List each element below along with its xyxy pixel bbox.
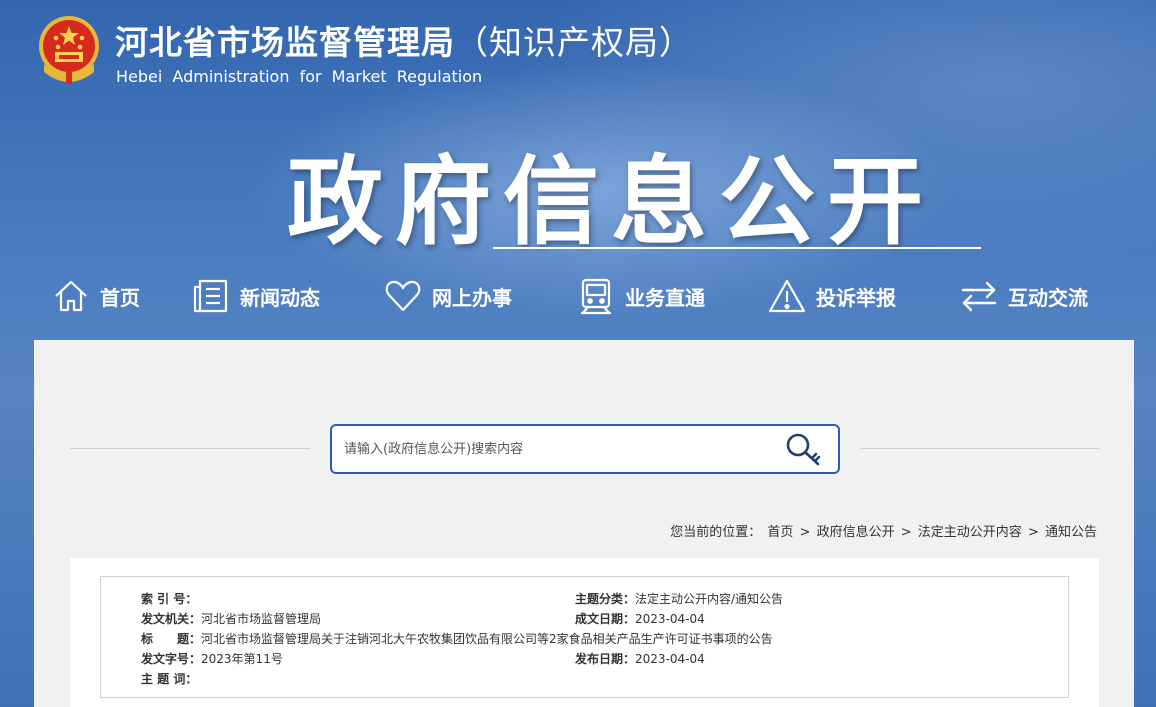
meta-label: 主题分类：	[575, 592, 636, 606]
nav-label: 新闻动态	[240, 285, 320, 310]
hero-title: 政府信息公开	[287, 146, 935, 258]
meta-keywords: 主 题 词：	[141, 670, 197, 687]
meta-label: 发布日期：	[575, 652, 636, 666]
meta-value: 2023-04-04	[635, 652, 705, 666]
breadcrumb-separator: >	[799, 525, 811, 540]
meta-issuer: 发文机关：河北省市场监督管理局	[141, 610, 321, 627]
exchange-icon	[961, 281, 997, 312]
heart-icon	[385, 280, 421, 312]
breadcrumb-separator: >	[900, 525, 912, 540]
meta-value: 2023-04-04	[635, 612, 705, 626]
meta-value: 河北省市场监督管理局关于注销河北大午农牧集团饮品有限公司等2家食品相关产品生产许…	[201, 632, 773, 646]
national-emblem-icon	[39, 16, 99, 84]
nav-item-interaction[interactable]: 互动交流	[960, 268, 1088, 324]
breadcrumb-statutory[interactable]: 法定主动公开内容	[918, 525, 1022, 540]
meta-doc-no: 发文字号：2023年第11号	[141, 650, 283, 667]
nav-label: 业务直通	[625, 285, 705, 310]
hero-underline	[493, 247, 981, 249]
home-icon	[55, 280, 87, 312]
site-title-main: 河北省市场监督管理局	[115, 23, 455, 62]
nav-label: 互动交流	[1008, 285, 1088, 310]
nav-item-complaint[interactable]: 投诉举报	[768, 268, 896, 324]
search-divider-right	[860, 448, 1100, 449]
breadcrumb-gov-info[interactable]: 政府信息公开	[817, 525, 895, 540]
meta-value: 河北省市场监督管理局	[201, 612, 322, 626]
search-divider-left	[70, 448, 310, 449]
meta-index-no: 索 引 号：	[141, 590, 197, 607]
train-icon	[581, 278, 611, 315]
main-content: 您当前的位置： 首页 > 政府信息公开 > 法定主动公开内容 > 通知公告 索 …	[34, 340, 1134, 707]
breadcrumb-prefix: 您当前的位置：	[670, 525, 762, 540]
news-icon	[193, 279, 228, 313]
meta-label: 标 题：	[141, 632, 202, 646]
meta-title: 标 题：河北省市场监督管理局关于注销河北大午农牧集团饮品有限公司等2家食品相关产…	[141, 630, 773, 647]
meta-topic: 主题分类：法定主动公开内容/通知公告	[575, 590, 783, 607]
nav-label: 首页	[100, 285, 140, 310]
meta-label: 发文字号：	[141, 652, 202, 666]
nav-item-news[interactable]: 新闻动态	[192, 268, 320, 324]
breadcrumb-separator: >	[1027, 525, 1039, 540]
site-title[interactable]: 河北省市场监督管理局（知识产权局）	[115, 16, 693, 64]
document-meta-card: 索 引 号： 主题分类：法定主动公开内容/通知公告 发文机关：河北省市场监督管理…	[70, 558, 1099, 707]
breadcrumb: 您当前的位置： 首页 > 政府信息公开 > 法定主动公开内容 > 通知公告	[669, 521, 1098, 540]
nav-label: 投诉举报	[816, 285, 896, 310]
meta-value: 法定主动公开内容/通知公告	[635, 592, 784, 606]
nav-item-home[interactable]: 首页	[52, 268, 140, 324]
site-title-english: Hebei Administration for Market Regulati…	[116, 67, 483, 86]
document-meta-table: 索 引 号： 主题分类：法定主动公开内容/通知公告 发文机关：河北省市场监督管理…	[100, 576, 1069, 698]
meta-published-date: 发布日期：2023-04-04	[575, 650, 705, 667]
meta-value: 2023年第11号	[201, 652, 283, 666]
search-input[interactable]	[344, 436, 764, 462]
breadcrumb-home[interactable]: 首页	[767, 525, 793, 540]
site-title-suffix: （知识产权局）	[455, 23, 693, 62]
breadcrumb-notices[interactable]: 通知公告	[1045, 525, 1097, 540]
main-nav: 首页 新闻动态 网上办事 业务直通 投诉举报 互动交流	[0, 268, 1156, 324]
warning-icon	[768, 279, 806, 313]
nav-label: 网上办事	[432, 285, 512, 310]
meta-label: 发文机关：	[141, 612, 202, 626]
meta-label: 索 引 号：	[141, 592, 198, 606]
meta-label: 主 题 词：	[141, 672, 198, 686]
meta-label: 成文日期：	[575, 612, 636, 626]
search-key-icon[interactable]	[784, 431, 824, 469]
search-box	[330, 424, 840, 474]
nav-item-online-services[interactable]: 网上办事	[384, 268, 512, 324]
meta-created-date: 成文日期：2023-04-04	[575, 610, 705, 627]
nav-item-business[interactable]: 业务直通	[577, 268, 705, 324]
